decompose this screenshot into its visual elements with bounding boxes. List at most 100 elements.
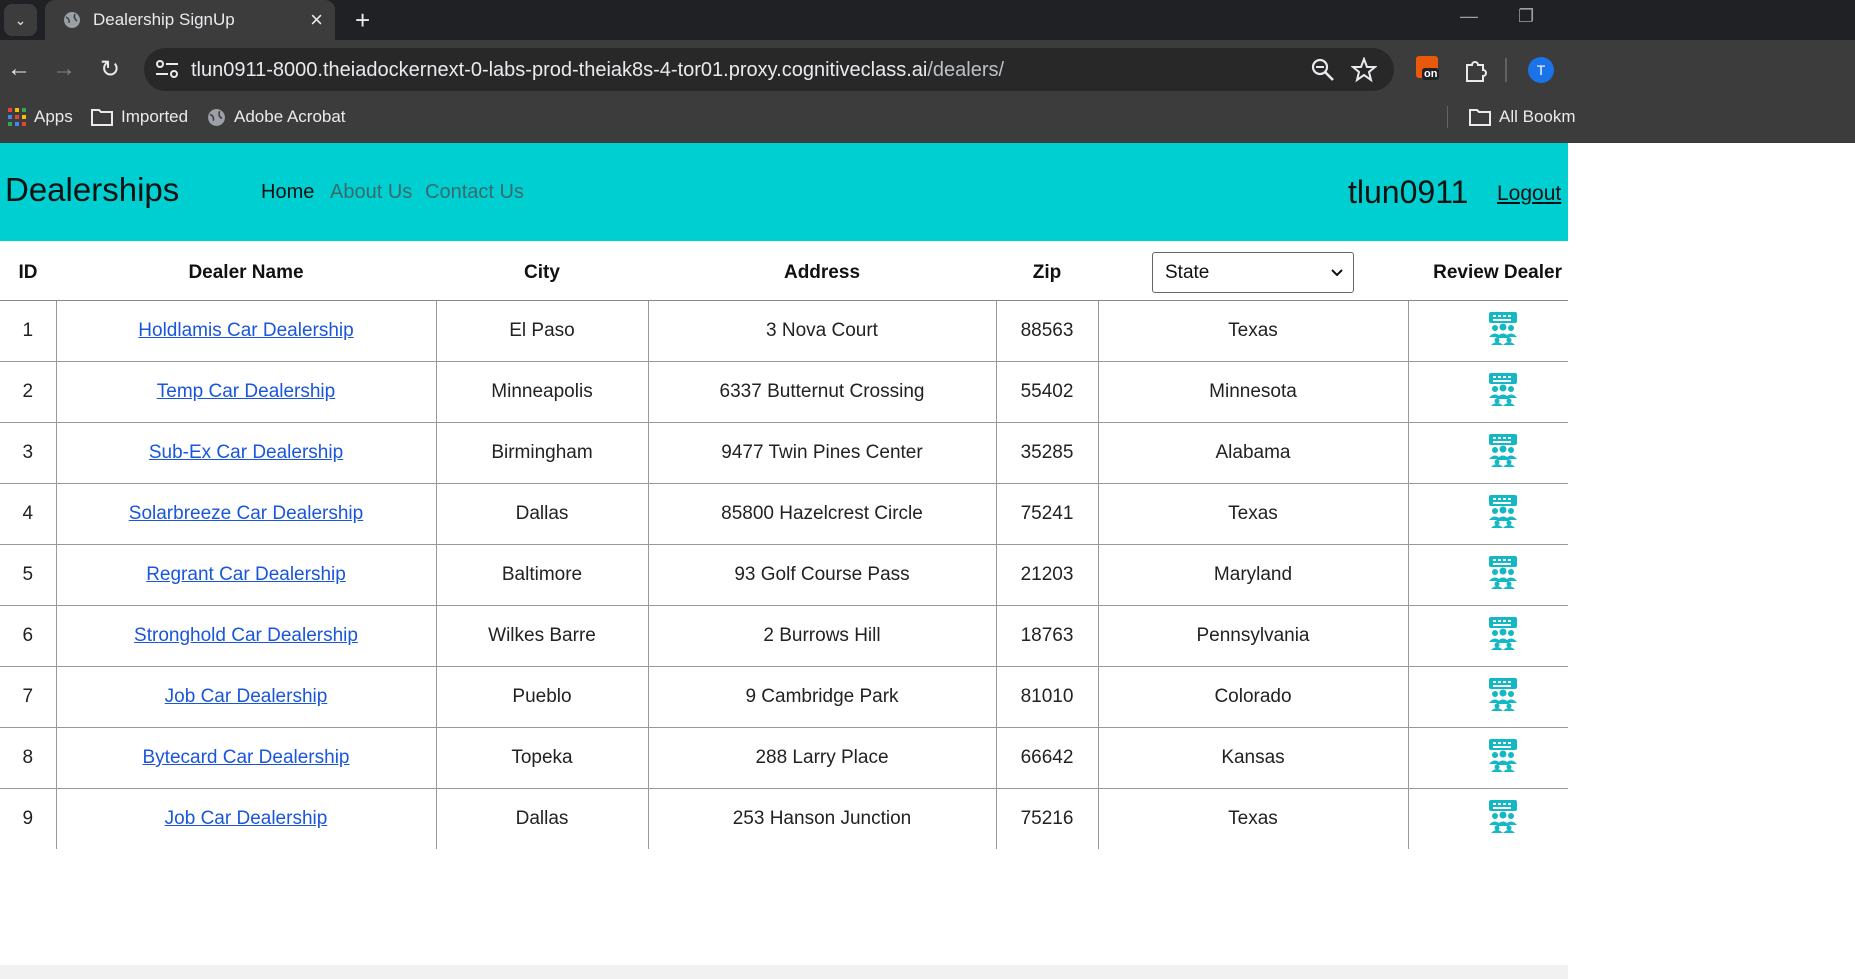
cell-zip: 75216 <box>996 788 1099 849</box>
all-bookmarks-label: All Bookm <box>1499 107 1576 126</box>
cell-id: 8 <box>0 727 57 789</box>
cell-id: 4 <box>0 483 57 545</box>
review-people-icon[interactable] <box>1487 677 1519 717</box>
bookmarks-divider <box>1447 106 1448 128</box>
dealer-link[interactable]: Solarbreeze Car Dealership <box>129 503 363 524</box>
all-bookmarks[interactable]: All Bookm <box>1469 106 1576 128</box>
header-zip: Zip <box>996 245 1098 301</box>
table-row: 4 Solarbreeze Car Dealership Dallas 85800 H… <box>0 483 1568 545</box>
site-info-icon[interactable] <box>154 58 180 80</box>
extensions-puzzle-icon[interactable] <box>1462 57 1488 83</box>
horizontal-scrollbar[interactable] <box>0 965 1568 979</box>
globe-icon <box>208 108 225 126</box>
cell-address: 93 Golf Course Pass <box>648 544 997 606</box>
forward-button[interactable]: → <box>45 50 83 88</box>
site-navbar: Dealerships Home About Us Contact Us tlu… <box>0 143 1568 241</box>
cell-city: Dallas <box>436 788 649 849</box>
cell-state: Minnesota <box>1098 361 1409 423</box>
cell-state: Texas <box>1098 483 1409 545</box>
profile-avatar[interactable]: T <box>1528 57 1554 83</box>
cell-address: 85800 Hazelcrest Circle <box>648 483 997 545</box>
close-icon[interactable]: × <box>310 7 323 33</box>
state-select[interactable]: State <box>1152 252 1354 293</box>
cell-city: Dallas <box>436 483 649 545</box>
new-tab-button[interactable]: + <box>355 0 370 40</box>
header-id: ID <box>0 245 56 301</box>
cell-review <box>1408 605 1568 667</box>
cell-id: 7 <box>0 666 57 728</box>
cell-address: 9 Cambridge Park <box>648 666 997 728</box>
tab-search-button[interactable]: ⌄ <box>4 4 37 36</box>
brand-title[interactable]: Dealerships <box>5 171 179 209</box>
header-dealer-name: Dealer Name <box>56 245 436 301</box>
arrow-left-icon: ← <box>7 55 31 82</box>
chevron-down-icon: ⌄ <box>14 11 27 28</box>
nav-home[interactable]: Home <box>261 181 314 204</box>
dealer-link[interactable]: Holdlamis Car Dealership <box>138 320 353 341</box>
review-people-icon[interactable] <box>1487 555 1519 595</box>
review-people-icon[interactable] <box>1487 799 1519 839</box>
cell-review <box>1408 666 1568 728</box>
table-row: 6 Stronghold Car Dealership Wilkes Barre 2 … <box>0 605 1568 667</box>
cell-review <box>1408 300 1568 362</box>
cell-dealer-name: Sub-Ex Car Dealership <box>56 422 437 484</box>
cell-zip: 88563 <box>996 300 1099 362</box>
table-header-row: ID Dealer Name City Address Zip State Re… <box>0 245 1568 301</box>
cell-city: Baltimore <box>436 544 649 606</box>
dealer-link[interactable]: Stronghold Car Dealership <box>134 625 358 646</box>
minimize-button[interactable]: — <box>1460 0 1478 32</box>
cell-dealer-name: Job Car Dealership <box>56 788 437 849</box>
cell-state: Maryland <box>1098 544 1409 606</box>
dealer-link[interactable]: Bytecard Car Dealership <box>143 747 350 768</box>
restore-button[interactable]: ❐ <box>1518 0 1534 32</box>
extension-icon[interactable]: on <box>1416 56 1440 80</box>
cell-address: 6337 Butternut Crossing <box>648 361 997 423</box>
cell-id: 6 <box>0 605 57 667</box>
review-people-icon[interactable] <box>1487 616 1519 656</box>
cell-address: 253 Hanson Junction <box>648 788 997 849</box>
cell-dealer-name: Regrant Car Dealership <box>56 544 437 606</box>
cell-id: 9 <box>0 788 57 849</box>
cell-review <box>1408 727 1568 789</box>
dealer-link[interactable]: Temp Car Dealership <box>157 381 335 402</box>
url-text[interactable]: tlun0911-8000.theiadockernext-0-labs-pro… <box>191 59 1004 82</box>
bookmark-apps[interactable]: Apps <box>8 106 73 128</box>
cell-dealer-name: Holdlamis Car Dealership <box>56 300 437 362</box>
dealer-link[interactable]: Sub-Ex Car Dealership <box>149 442 343 463</box>
cell-zip: 75241 <box>996 483 1099 545</box>
reload-button[interactable]: ↻ <box>91 50 129 88</box>
review-people-icon[interactable] <box>1487 372 1519 412</box>
dealers-table: ID Dealer Name City Address Zip State Re… <box>0 245 1568 849</box>
table-row: 7 Job Car Dealership Pueblo 9 Cambridge Par… <box>0 666 1568 728</box>
table-row: 3 Sub-Ex Car Dealership Birmingham 9477 Twi… <box>0 422 1568 484</box>
review-people-icon[interactable] <box>1487 494 1519 534</box>
nav-contact-us[interactable]: Contact Us <box>425 181 524 204</box>
bookmark-star-icon[interactable] <box>1351 57 1377 83</box>
cell-id: 3 <box>0 422 57 484</box>
cell-city: Birmingham <box>436 422 649 484</box>
review-people-icon[interactable] <box>1487 433 1519 473</box>
review-people-icon[interactable] <box>1487 738 1519 778</box>
nav-about-us[interactable]: About Us <box>330 181 412 204</box>
cell-zip: 81010 <box>996 666 1099 728</box>
cell-city: Topeka <box>436 727 649 789</box>
username: tlun0911 <box>1348 174 1469 210</box>
review-people-icon[interactable] <box>1487 311 1519 351</box>
cell-id: 5 <box>0 544 57 606</box>
dealer-link[interactable]: Job Car Dealership <box>165 686 328 707</box>
header-address: Address <box>648 245 996 301</box>
bookmark-imported[interactable]: Imported <box>91 106 188 128</box>
browser-tab[interactable]: Dealership SignUp × <box>45 0 335 40</box>
header-state: State <box>1098 245 1408 301</box>
bookmark-adobe-acrobat[interactable]: Adobe Acrobat <box>207 106 346 128</box>
back-button[interactable]: ← <box>0 50 38 88</box>
table-row: 2 Temp Car Dealership Minneapolis 6337 Butt… <box>0 361 1568 423</box>
logout-link[interactable]: Logout <box>1497 182 1561 206</box>
cell-id: 2 <box>0 361 57 423</box>
toolbar-divider <box>1505 58 1507 82</box>
zoom-icon[interactable] <box>1310 57 1336 83</box>
dealer-link[interactable]: Job Car Dealership <box>165 808 328 829</box>
cell-dealer-name: Temp Car Dealership <box>56 361 437 423</box>
extension-badge: on <box>1422 68 1440 80</box>
dealer-link[interactable]: Regrant Car Dealership <box>146 564 346 585</box>
